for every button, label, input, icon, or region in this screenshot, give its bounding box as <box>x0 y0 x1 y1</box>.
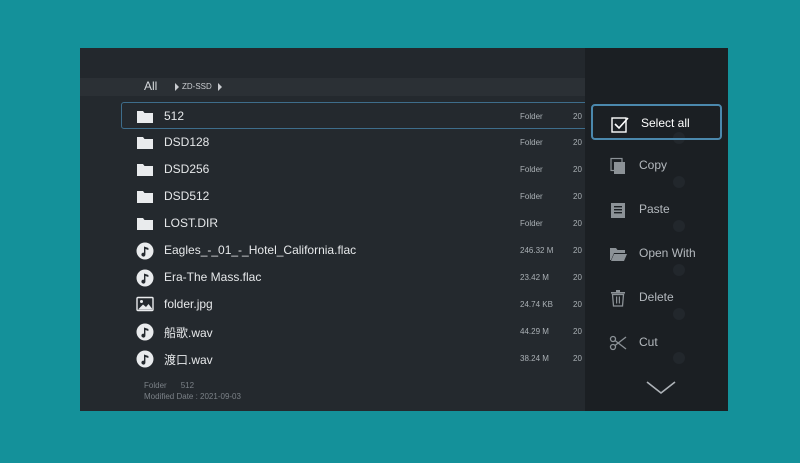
file-row[interactable]: DSD128 Folder 20 <box>122 129 642 156</box>
file-row[interactable]: Eagles_-_01_-_Hotel_California.flac 246.3… <box>122 237 642 264</box>
file-name: LOST.DIR <box>164 216 219 230</box>
file-size: 23.42 M <box>520 273 549 282</box>
menu-item-label: Cut <box>639 335 658 349</box>
music-note-icon <box>136 323 154 341</box>
file-name: DSD256 <box>164 162 210 176</box>
menu-item-copy[interactable]: Copy <box>591 148 722 184</box>
open-folder-icon <box>609 245 627 263</box>
music-note-icon <box>136 269 154 287</box>
music-note-icon <box>136 242 154 260</box>
file-name: Eagles_-_01_-_Hotel_California.flac <box>164 243 357 257</box>
menu-item-select-all[interactable]: Select all <box>591 104 722 140</box>
menu-item-paste[interactable]: Paste <box>591 192 722 228</box>
music-note-icon <box>136 350 154 368</box>
folder-icon <box>136 161 154 177</box>
file-row[interactable]: Era-The Mass.flac 23.42 M 20 <box>122 264 642 291</box>
image-icon <box>136 296 154 312</box>
file-row[interactable]: folder.jpg 24.74 KB 20 <box>122 291 642 318</box>
checkbox-icon <box>611 115 629 133</box>
file-date: 20 <box>573 246 582 255</box>
menu-item-cut[interactable]: Cut <box>591 325 722 361</box>
file-name: 渡口.wav <box>164 353 213 367</box>
paste-icon <box>609 201 627 219</box>
breadcrumb-all[interactable]: All <box>144 79 157 93</box>
file-row[interactable]: DSD512 Folder 20 <box>122 183 642 210</box>
chevron-down-icon[interactable] <box>645 380 677 396</box>
context-menu-panel: Select all Copy Paste Open With Delete Cut <box>585 48 728 411</box>
folder-icon <box>136 134 154 150</box>
file-size: Folder <box>520 138 543 147</box>
file-date: 20 <box>573 192 582 201</box>
breadcrumb-arrow-icon <box>175 83 179 91</box>
file-size: 24.74 KB <box>520 300 553 309</box>
file-row[interactable]: 船歌.wav 44.29 M 20 <box>122 318 642 345</box>
file-size: Folder <box>520 192 543 201</box>
file-row[interactable]: 渡口.wav 38.24 M 20 <box>122 345 642 372</box>
scissors-icon <box>609 334 627 352</box>
file-row[interactable]: 512 Folder 20 <box>121 102 642 129</box>
file-date: 20 <box>573 138 582 147</box>
folder-icon <box>136 108 154 124</box>
file-name: 512 <box>164 109 185 123</box>
file-name: 船歌.wav <box>164 326 213 340</box>
menu-item-label: Delete <box>639 290 674 304</box>
menu-item-label: Copy <box>639 158 668 172</box>
info-modified-date: Modified Date : 2021-09-03 <box>144 392 241 401</box>
file-row[interactable]: LOST.DIR Folder 20 <box>122 210 642 237</box>
file-date: 20 <box>573 300 582 309</box>
info-type-value: 512 <box>180 381 195 390</box>
file-date: 20 <box>573 219 582 228</box>
menu-item-open-with[interactable]: Open With <box>591 236 722 272</box>
file-info: Folder 512 Modified Date : 2021-09-03 <box>144 380 241 402</box>
file-name: folder.jpg <box>164 297 213 311</box>
file-date: 20 <box>573 354 582 363</box>
menu-item-label: Paste <box>639 202 670 216</box>
file-size: 246.32 M <box>520 246 554 255</box>
file-size: 38.24 M <box>520 354 549 363</box>
file-size: Folder <box>520 219 543 228</box>
file-date: 20 <box>573 327 582 336</box>
info-type-label: Folder <box>144 381 167 390</box>
file-list: 512 Folder 20 DSD128 Folder 20 DSD256 Folder 20 D… <box>121 102 642 372</box>
breadcrumb-segment[interactable]: ZD-SSD <box>182 82 212 91</box>
menu-item-label: Open With <box>639 246 696 260</box>
file-date: 20 <box>573 112 582 121</box>
file-row[interactable]: DSD256 Folder 20 <box>122 156 642 183</box>
file-name: DSD512 <box>164 189 210 203</box>
file-size: Folder <box>520 112 543 121</box>
file-size: 44.29 M <box>520 327 549 336</box>
folder-icon <box>136 188 154 204</box>
file-date: 20 <box>573 273 582 282</box>
trash-icon <box>609 289 627 307</box>
file-size: Folder <box>520 165 543 174</box>
copy-icon <box>609 157 627 175</box>
menu-item-label: Select all <box>641 116 690 130</box>
breadcrumb-arrow-icon <box>218 83 222 91</box>
menu-item-delete[interactable]: Delete <box>591 280 722 316</box>
file-name: Era-The Mass.flac <box>164 270 262 284</box>
folder-icon <box>136 215 154 231</box>
file-name: DSD128 <box>164 135 210 149</box>
file-date: 20 <box>573 165 582 174</box>
file-manager-screen: All ZD-SSD 512 Folder 20 DSD128 Folder 20 DSD2… <box>80 48 728 411</box>
